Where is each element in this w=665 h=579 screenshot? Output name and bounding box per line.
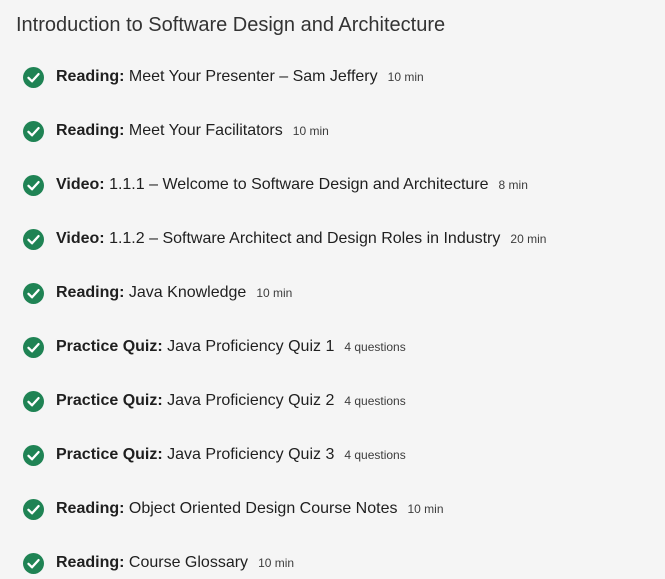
item-duration: 10 min — [258, 556, 295, 570]
check-circle-icon — [23, 120, 44, 142]
item-type: Video: — [56, 176, 105, 193]
module-item[interactable]: Practice Quiz: Java Proficiency Quiz 2 4… — [0, 374, 665, 428]
item-label: Reading: Meet Your Facilitators — [56, 122, 283, 140]
item-label: Reading: Java Knowledge — [56, 284, 246, 302]
item-duration: 10 min — [387, 70, 424, 84]
module-item[interactable]: Reading: Course Glossary 10 min — [0, 536, 665, 579]
item-name: Meet Your Facilitators — [128, 122, 283, 139]
item-name: Java Proficiency Quiz 2 — [167, 392, 335, 409]
check-circle-icon — [23, 390, 44, 412]
item-type: Reading: — [56, 122, 125, 139]
item-question-count: 4 questions — [344, 340, 406, 354]
item-name: Java Proficiency Quiz 1 — [167, 338, 335, 355]
item-type: Practice Quiz: — [56, 446, 163, 463]
item-label: Practice Quiz: Java Proficiency Quiz 2 — [56, 392, 334, 410]
module-item[interactable]: Practice Quiz: Java Proficiency Quiz 3 4… — [0, 428, 665, 482]
check-circle-icon — [23, 228, 44, 250]
module-item-list: Reading: Meet Your Presenter – Sam Jeffe… — [0, 50, 665, 579]
item-type: Practice Quiz: — [56, 338, 163, 355]
item-question-count: 4 questions — [344, 394, 406, 408]
item-label: Reading: Course Glossary — [56, 554, 248, 572]
check-circle-icon — [23, 552, 44, 574]
item-question-count: 4 questions — [344, 448, 406, 462]
item-label: Practice Quiz: Java Proficiency Quiz 1 — [56, 338, 334, 356]
item-name: Java Proficiency Quiz 3 — [167, 446, 335, 463]
check-circle-icon — [23, 66, 44, 88]
item-duration: 10 min — [407, 502, 444, 516]
module-item[interactable]: Practice Quiz: Java Proficiency Quiz 1 4… — [0, 320, 665, 374]
item-label: Video: 1.1.1 – Welcome to Software Desig… — [56, 176, 489, 194]
item-label: Reading: Object Oriented Design Course N… — [56, 500, 397, 518]
item-label: Video: 1.1.2 – Software Architect and De… — [56, 230, 500, 248]
item-label: Practice Quiz: Java Proficiency Quiz 3 — [56, 446, 334, 464]
check-circle-icon — [23, 282, 44, 304]
module-item[interactable]: Reading: Meet Your Facilitators 10 min — [0, 104, 665, 158]
check-circle-icon — [23, 498, 44, 520]
module-item[interactable]: Reading: Object Oriented Design Course N… — [0, 482, 665, 536]
item-type: Reading: — [56, 500, 125, 517]
item-duration: 10 min — [256, 286, 293, 300]
module-item[interactable]: Video: 1.1.1 – Welcome to Software Desig… — [0, 158, 665, 212]
item-type: Reading: — [56, 68, 125, 85]
item-type: Video: — [56, 230, 105, 247]
check-circle-icon — [23, 336, 44, 358]
check-circle-icon — [23, 174, 44, 196]
item-type: Reading: — [56, 554, 125, 571]
item-name: 1.1.2 – Software Architect and Design Ro… — [109, 230, 501, 247]
module-item[interactable]: Video: 1.1.2 – Software Architect and De… — [0, 212, 665, 266]
module-title: Introduction to Software Design and Arch… — [16, 14, 446, 36]
check-circle-icon — [23, 444, 44, 466]
item-name: Java Knowledge — [128, 284, 247, 301]
item-name: Meet Your Presenter – Sam Jeffery — [128, 68, 378, 85]
item-duration: 8 min — [498, 178, 528, 192]
module-item[interactable]: Reading: Java Knowledge 10 min — [0, 266, 665, 320]
item-name: Course Glossary — [128, 554, 249, 571]
course-module-page: Introduction to Software Design and Arch… — [0, 0, 665, 579]
item-type: Reading: — [56, 284, 125, 301]
item-type: Practice Quiz: — [56, 392, 163, 409]
item-name: Object Oriented Design Course Notes — [128, 500, 398, 517]
item-name: 1.1.1 – Welcome to Software Design and A… — [109, 176, 489, 193]
item-duration: 10 min — [292, 124, 329, 138]
item-duration: 20 min — [510, 232, 547, 246]
item-label: Reading: Meet Your Presenter – Sam Jeffe… — [56, 68, 378, 86]
module-item[interactable]: Reading: Meet Your Presenter – Sam Jeffe… — [0, 50, 665, 104]
